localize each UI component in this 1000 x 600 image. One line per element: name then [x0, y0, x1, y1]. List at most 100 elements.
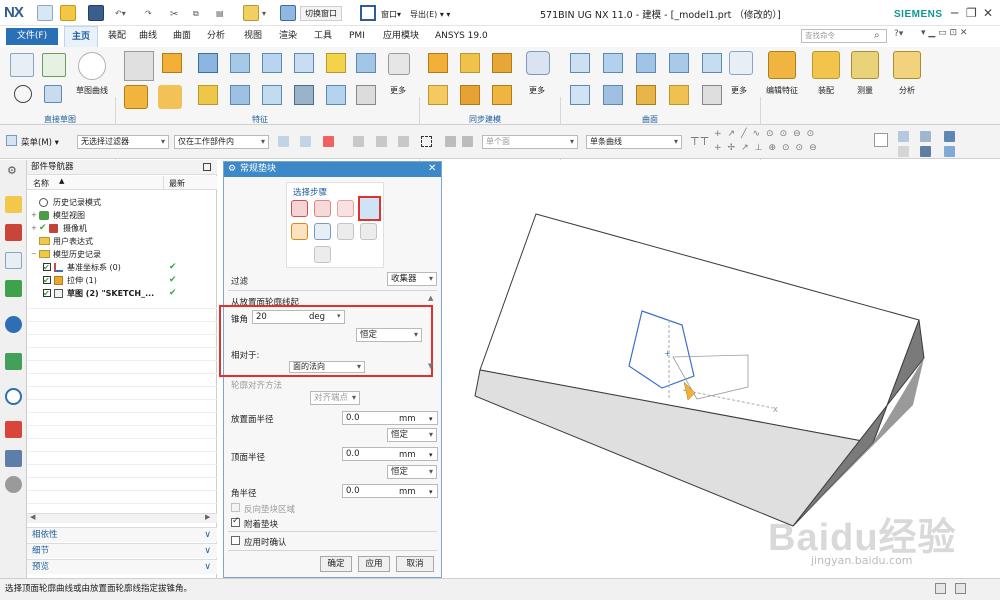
- layer-icon[interactable]: [944, 146, 955, 157]
- help-icon[interactable]: ?▾: [894, 29, 903, 39]
- tab-curve[interactable]: 曲线: [132, 26, 164, 47]
- taper-angle-unit[interactable]: deg: [309, 312, 325, 322]
- assembly-navigator-icon[interactable]: [5, 224, 22, 241]
- step-top-outline-icon[interactable]: [358, 196, 381, 221]
- analysis-icon[interactable]: [893, 51, 921, 79]
- scroll-left-icon[interactable]: ◀: [30, 513, 35, 521]
- step-placement-face-icon[interactable]: [291, 200, 308, 217]
- rectangle-select-icon[interactable]: [421, 136, 432, 147]
- tree-item-model-history[interactable]: − 模型历史记录: [27, 248, 217, 261]
- more-feature-label[interactable]: 更多: [382, 85, 414, 96]
- taper-angle-field[interactable]: 20 deg ▾: [252, 310, 345, 324]
- shell-icon[interactable]: [262, 85, 282, 105]
- placement-radius-field[interactable]: 0.0 mm ▾: [342, 411, 438, 425]
- select-face-icon[interactable]: [376, 136, 387, 147]
- repeat-command-icon[interactable]: [243, 5, 259, 21]
- curve-rule-select[interactable]: 单条曲线: [586, 135, 682, 149]
- column-latest[interactable]: 最新: [169, 178, 185, 189]
- section-dependencies[interactable]: 相依性 ∨: [27, 527, 217, 542]
- tree-item-history-mode[interactable]: 历史记录模式: [27, 196, 217, 209]
- circle-icon[interactable]: [14, 85, 32, 103]
- sketch-tool-icon[interactable]: [44, 85, 62, 103]
- tab-surface[interactable]: 曲面: [166, 26, 198, 47]
- finish-sketch-icon[interactable]: [42, 53, 66, 77]
- settings-gear-icon[interactable]: ⚙: [7, 164, 17, 177]
- tab-applications[interactable]: 应用模块: [376, 26, 426, 47]
- draft-icon[interactable]: [230, 85, 250, 105]
- select-feature-icon[interactable]: [323, 136, 334, 147]
- top-radius-field[interactable]: 0.0 mm ▾: [342, 447, 438, 461]
- confirm-on-apply-checkbox[interactable]: [231, 536, 240, 545]
- window-icon[interactable]: [360, 5, 376, 21]
- snap-icon[interactable]: [278, 136, 289, 147]
- split-body-icon[interactable]: [326, 85, 346, 105]
- tab-tools[interactable]: 工具: [307, 26, 339, 47]
- expand-icon[interactable]: +: [31, 222, 37, 235]
- taper-mode-select[interactable]: 恒定: [356, 328, 422, 342]
- assembly-label[interactable]: 装配: [808, 85, 844, 96]
- swept-icon[interactable]: [669, 53, 689, 73]
- tree-item-extrude[interactable]: ✔ 拉伸 (1) ✔: [27, 274, 217, 287]
- placement-radius-mode-select[interactable]: 恒定: [387, 428, 437, 442]
- cylinder-icon[interactable]: [230, 53, 250, 73]
- assembly-icon[interactable]: [812, 51, 840, 79]
- maximize-panel-icon[interactable]: [203, 163, 211, 171]
- boss-icon[interactable]: [262, 53, 282, 73]
- chevron-down-icon[interactable]: ▾: [337, 312, 341, 320]
- edit-feature-label[interactable]: 编辑特征: [762, 85, 802, 96]
- edit-feature-icon[interactable]: [768, 51, 796, 79]
- snap-settings-icon[interactable]: [300, 136, 311, 147]
- attach-pad-checkbox[interactable]: ✓: [231, 516, 240, 527]
- more-feature-icon[interactable]: [388, 53, 410, 75]
- window-menu[interactable]: 窗口▾: [381, 9, 401, 20]
- filter-select[interactable]: 收集器: [387, 272, 437, 286]
- snap-point-icons-row2[interactable]: +✢↗⊥⊕⊙⊙⊖: [714, 143, 823, 153]
- step-placement-outline-icon[interactable]: [314, 200, 331, 217]
- tree-item-sketch[interactable]: ✔ 草图 (2) "SKETCH_... ✔: [27, 287, 217, 300]
- fill-surface-icon[interactable]: [603, 85, 623, 105]
- tab-home[interactable]: 主页: [64, 26, 99, 47]
- section-preview[interactable]: 预览 ∨: [27, 559, 217, 574]
- revolve-icon[interactable]: [124, 85, 148, 109]
- search-icon[interactable]: ⌕: [874, 30, 880, 41]
- more-sync-label[interactable]: 更多: [521, 85, 553, 96]
- trim-body-icon[interactable]: [294, 85, 314, 105]
- hole-icon[interactable]: [158, 85, 182, 109]
- column-name[interactable]: 名称: [33, 178, 49, 189]
- pad-icon[interactable]: [294, 53, 314, 73]
- apply-button[interactable]: 应用: [358, 556, 390, 572]
- scroll-down-icon[interactable]: ▼: [428, 362, 433, 370]
- system-scene-icon[interactable]: [5, 476, 22, 493]
- analysis-label[interactable]: 分析: [889, 85, 925, 96]
- pattern-icon[interactable]: [356, 85, 376, 105]
- paste-icon[interactable]: ▤: [216, 9, 224, 18]
- extrude-icon[interactable]: [124, 51, 154, 81]
- constraint-navigator-icon[interactable]: [5, 252, 22, 269]
- reuse-library-icon[interactable]: [5, 280, 22, 297]
- ok-button[interactable]: 确定: [320, 556, 352, 572]
- n-sided-icon[interactable]: [702, 53, 722, 73]
- selection-scope-select[interactable]: 仅在工作部件内: [174, 135, 269, 149]
- dialog-close-icon[interactable]: ✕: [428, 163, 436, 174]
- tree-item-cameras[interactable]: + ✔ 摄像机: [27, 222, 217, 235]
- menu-button[interactable]: 菜单(M) ▾: [21, 136, 59, 148]
- dropdown-icon[interactable]: ▾: [262, 9, 266, 18]
- tree-item-datum-csys[interactable]: ✔ 基准坐标系 (0) ✔: [27, 261, 217, 274]
- shading-icon[interactable]: [920, 146, 931, 157]
- part-navigator-icon[interactable]: [5, 196, 22, 213]
- chamfer-icon[interactable]: [198, 85, 218, 105]
- sew-icon[interactable]: [669, 85, 689, 105]
- export-menu[interactable]: 导出(E) ▾ ▾: [410, 9, 450, 20]
- top-radius-mode-select[interactable]: 恒定: [387, 465, 437, 479]
- switch-window-button[interactable]: 切换窗口: [300, 6, 342, 21]
- offset-region-icon[interactable]: [492, 53, 512, 73]
- ruled-surface-icon[interactable]: [603, 53, 623, 73]
- unite-icon[interactable]: [162, 53, 182, 73]
- scroll-right-icon[interactable]: ▶: [205, 513, 210, 521]
- tab-pmi[interactable]: PMI: [342, 26, 372, 47]
- ribbon-controls[interactable]: ▾ ▁ ▭ ⊡ ✕: [921, 28, 967, 38]
- resize-blend-icon[interactable]: [492, 85, 512, 105]
- face-rule-select[interactable]: 单个面: [482, 135, 578, 149]
- status-icon[interactable]: [935, 583, 946, 594]
- deselect-icon[interactable]: [462, 136, 473, 147]
